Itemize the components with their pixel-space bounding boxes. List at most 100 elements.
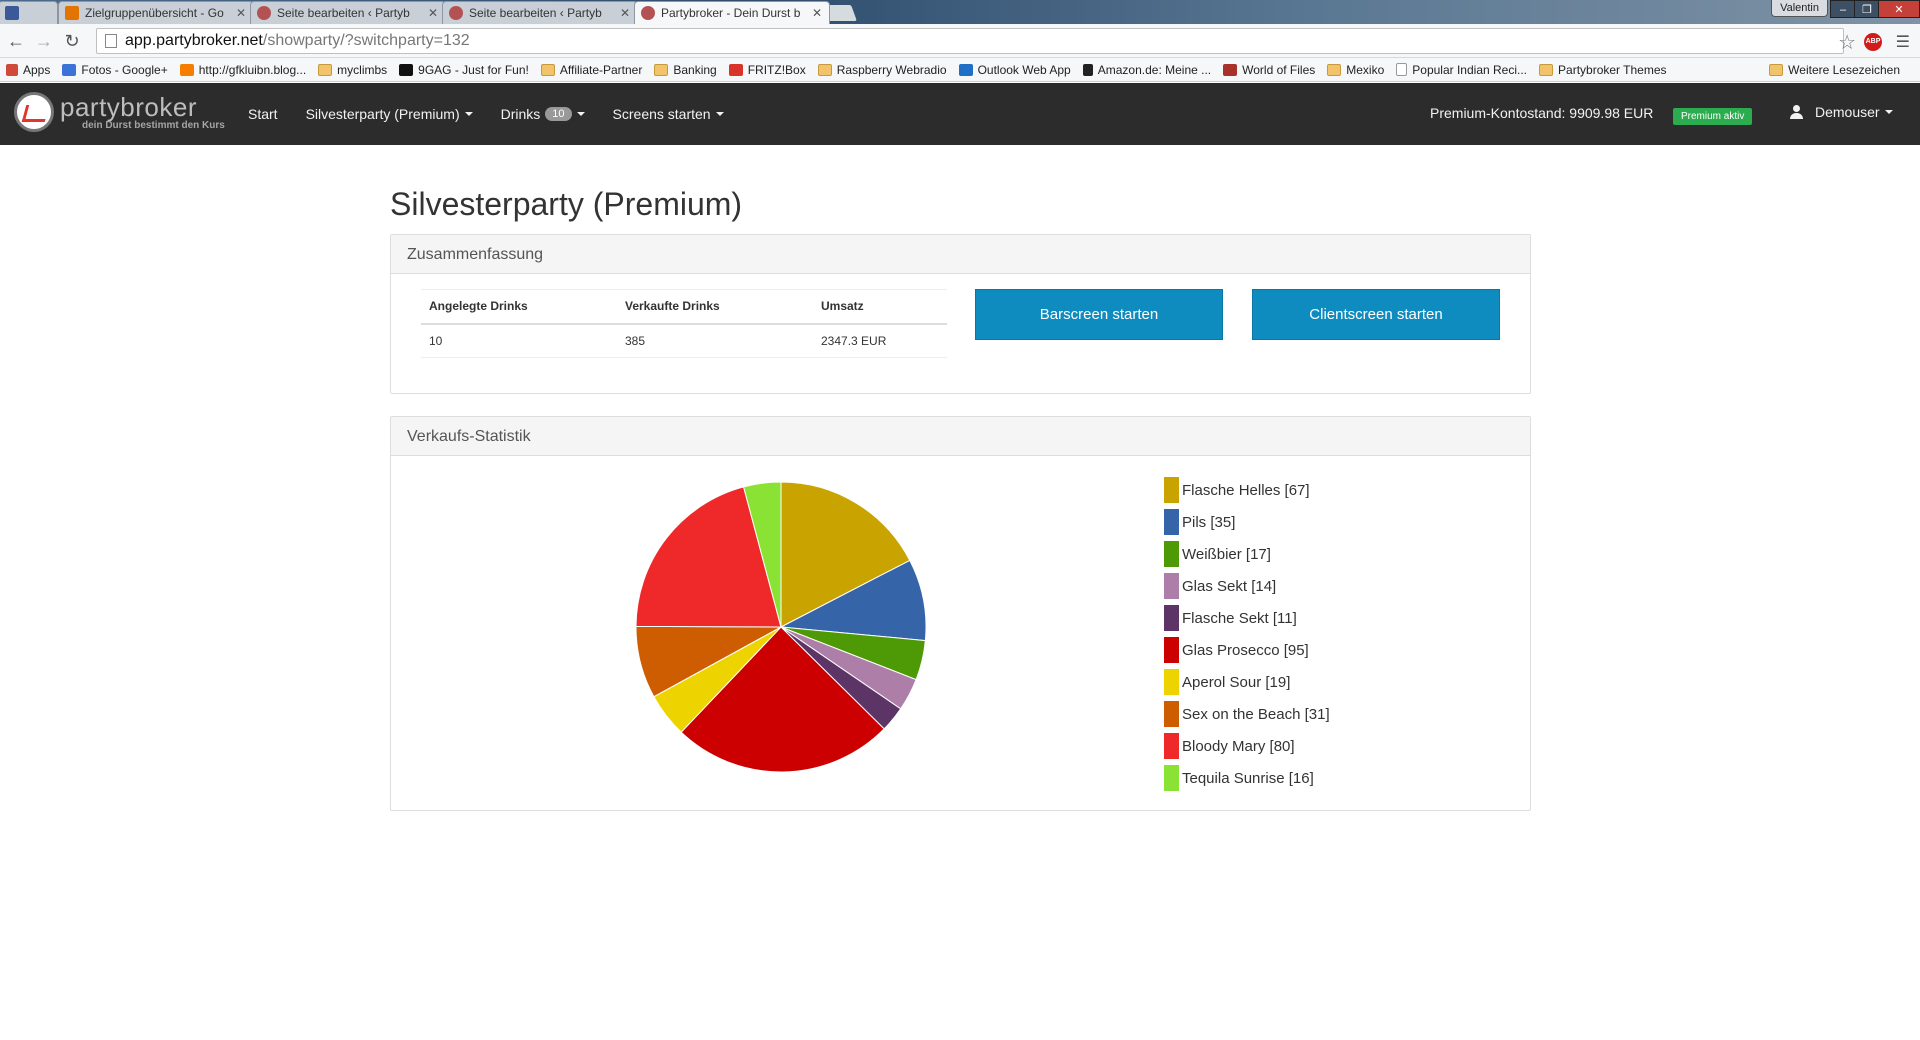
summary-table: Angelegte Drinks Verkaufte Drinks Umsatz… <box>421 289 947 358</box>
legend-label: Weißbier [17] <box>1182 545 1271 563</box>
bookmark-raspberry[interactable]: Raspberry Webradio <box>817 63 947 77</box>
google-plus-icon <box>62 63 77 76</box>
forward-arrow-icon[interactable]: → <box>34 31 54 51</box>
user-icon <box>1790 105 1803 119</box>
legend-swatch <box>1164 669 1179 695</box>
caret-down-icon <box>576 112 585 116</box>
close-icon[interactable]: ✕ <box>427 6 439 20</box>
bookmark-mexiko[interactable]: Mexiko <box>1327 63 1384 77</box>
nav-drinks-dropdown[interactable]: Drinks 10 <box>501 106 585 122</box>
folder-icon <box>1539 63 1554 76</box>
table-header-row: Angelegte Drinks Verkaufte Drinks Umsatz <box>421 289 947 325</box>
bookmark-affiliate[interactable]: Affiliate-Partner <box>540 63 642 77</box>
bookmark-outlook[interactable]: Outlook Web App <box>958 63 1071 77</box>
partybroker-favicon-icon <box>257 6 271 20</box>
close-icon[interactable]: ✕ <box>235 6 247 20</box>
header-verkaufte-drinks: Verkaufte Drinks <box>617 289 813 325</box>
legend-swatch <box>1164 701 1179 727</box>
bookmark-world-of-files[interactable]: World of Files <box>1223 63 1315 77</box>
partybroker-favicon-icon <box>641 6 655 20</box>
address-bar[interactable]: app.partybroker.net /showparty/?switchpa… <box>96 28 1844 54</box>
caret-down-icon <box>1884 110 1893 114</box>
close-icon[interactable]: ✕ <box>811 6 823 20</box>
amazon-icon <box>1082 63 1093 76</box>
bookmark-indian-recipes[interactable]: Popular Indian Reci... <box>1396 63 1527 77</box>
nav-party-dropdown[interactable]: Silvesterparty (Premium) <box>306 106 473 122</box>
legend-label: Aperol Sour [19] <box>1182 673 1291 691</box>
folder-icon <box>817 63 832 76</box>
header-angelegte-drinks: Angelegte Drinks <box>421 289 617 325</box>
barscreen-start-button[interactable]: Barscreen starten <box>975 289 1223 340</box>
legend-swatch <box>1164 765 1179 791</box>
folder-icon <box>654 63 669 76</box>
tab-label: Partybroker - Dein Durst b <box>661 6 801 20</box>
close-icon[interactable]: ✕ <box>619 6 631 20</box>
browser-tab-0[interactable]: Zielgruppenübersicht - Go ✕ <box>58 1 254 24</box>
partybroker-favicon-icon <box>449 6 463 20</box>
legend-label: Bloody Mary [80] <box>1182 737 1295 755</box>
browser-menu-icon[interactable]: ☰ <box>1896 32 1910 52</box>
back-arrow-icon[interactable]: ← <box>6 31 26 51</box>
reload-icon[interactable]: ↻ <box>62 31 82 51</box>
apps-icon <box>6 63 18 76</box>
outlook-icon <box>958 63 973 76</box>
bookmark-star-icon[interactable]: ☆ <box>1838 30 1856 55</box>
legend-item: Weißbier [17] <box>1164 538 1330 570</box>
bookmark-amazon[interactable]: Amazon.de: Meine ... <box>1082 63 1211 77</box>
window-close-icon[interactable]: ✕ <box>1878 0 1920 18</box>
minimize-icon[interactable]: – <box>1830 0 1856 18</box>
logo-name: partybroker <box>60 91 197 122</box>
value-umsatz: 2347.3 EUR <box>813 323 947 358</box>
bookmark-partybroker-themes[interactable]: Partybroker Themes <box>1539 63 1667 77</box>
legend-swatch <box>1164 541 1179 567</box>
bookmark-myclimbs[interactable]: myclimbs <box>318 63 387 77</box>
user-menu[interactable]: Demouser <box>1790 104 1893 120</box>
logo-tagline: dein Durst bestimmt den Kurs <box>82 119 225 131</box>
9gag-icon <box>399 63 414 76</box>
partybroker-logo[interactable]: partybroker dein Durst bestimmt den Kurs <box>14 92 225 132</box>
bookmark-banking[interactable]: Banking <box>654 63 717 77</box>
browser-tab-3-active[interactable]: Partybroker - Dein Durst b ✕ <box>634 1 830 24</box>
bookmark-9gag[interactable]: 9GAG - Just for Fun! <box>399 63 529 77</box>
nav-screens-dropdown[interactable]: Screens starten <box>613 106 724 122</box>
legend-item: Glas Sekt [14] <box>1164 570 1330 602</box>
user-name: Demouser <box>1815 104 1880 120</box>
browser-tab-2[interactable]: Seite bearbeiten ‹ Partyb ✕ <box>442 1 638 24</box>
window-user-badge[interactable]: Valentin <box>1771 0 1828 17</box>
legend-item: Pils [35] <box>1164 506 1330 538</box>
facebook-icon <box>5 6 19 20</box>
bookmark-fritzbox[interactable]: FRITZ!Box <box>728 63 806 77</box>
restore-icon[interactable]: ❐ <box>1854 0 1880 18</box>
browser-tab-1[interactable]: Seite bearbeiten ‹ Partyb ✕ <box>250 1 446 24</box>
legend-label: Flasche Helles [67] <box>1182 481 1310 499</box>
legend-swatch <box>1164 573 1179 599</box>
legend-label: Glas Sekt [14] <box>1182 577 1277 595</box>
legend-item: Flasche Helles [67] <box>1164 474 1330 506</box>
browser-tab-strip: Zielgruppenübersicht - Go ✕ Seite bearbe… <box>0 0 1920 24</box>
summary-heading: Zusammenfassung <box>391 235 1530 274</box>
browser-tab-facebook[interactable] <box>0 1 58 24</box>
blogger-icon <box>179 63 194 76</box>
legend-item: Aperol Sour [19] <box>1164 666 1330 698</box>
bookmarks-bar: Apps Fotos - Google+ http://gfkluibn.blo… <box>0 58 1920 82</box>
bookmark-other[interactable]: Weitere Lesezeichen <box>1769 63 1900 77</box>
caret-down-icon <box>464 112 473 116</box>
clientscreen-start-button[interactable]: Clientscreen starten <box>1252 289 1500 340</box>
nav-start[interactable]: Start <box>248 106 278 122</box>
legend-item: Tequila Sunrise [16] <box>1164 762 1330 794</box>
bookmark-fotos-google[interactable]: Fotos - Google+ <box>62 63 168 77</box>
main-nav: Start Silvesterparty (Premium) Drinks 10 … <box>248 83 752 145</box>
table-row: 10 385 2347.3 EUR <box>421 323 947 358</box>
summary-panel: Zusammenfassung Angelegte Drinks Verkauf… <box>390 234 1531 394</box>
value-verkaufte-drinks: 385 <box>617 323 813 358</box>
legend-item: Sex on the Beach [31] <box>1164 698 1330 730</box>
bookmark-apps[interactable]: Apps <box>6 63 50 77</box>
bookmark-blog[interactable]: http://gfkluibn.blog... <box>179 63 306 77</box>
sales-pie-chart <box>635 481 927 773</box>
legend-swatch <box>1164 509 1179 535</box>
adblock-icon[interactable]: ABP <box>1864 33 1882 51</box>
legend-label: Pils [35] <box>1182 513 1236 531</box>
legend-swatch <box>1164 605 1179 631</box>
folder-icon <box>318 63 333 76</box>
folder-icon <box>540 63 555 76</box>
